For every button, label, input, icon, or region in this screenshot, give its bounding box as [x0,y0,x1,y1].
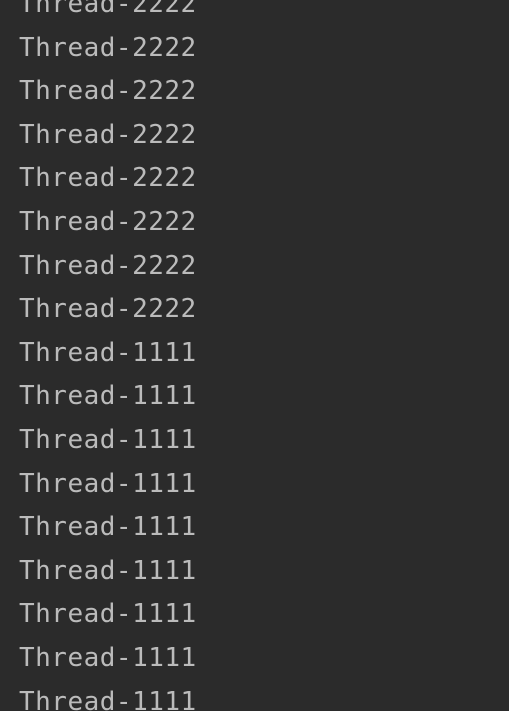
console-line: Thread-1111 [19,468,197,499]
console-line: Thread-1111 [19,512,197,543]
console-line: Thread-2222 [19,206,197,237]
console-line: Thread-2222 [19,0,197,19]
console-line: Thread-1111 [19,642,197,673]
console-output-list: Thread-2222 Thread-2222 Thread-2222 Thre… [19,0,197,711]
console-line: Thread-2222 [19,250,197,281]
console-line: Thread-1111 [19,599,197,630]
console-line: Thread-1111 [19,686,197,711]
console-line: Thread-2222 [19,76,197,107]
console-line: Thread-1111 [19,337,197,368]
console-line: Thread-1111 [19,424,197,455]
console-line: Thread-2222 [19,294,197,325]
console-line: Thread-2222 [19,163,197,194]
console-line: Thread-1111 [19,555,197,586]
console-line: Thread-2222 [19,32,197,63]
console-line: Thread-1111 [19,381,197,412]
console-output-panel[interactable]: Thread-2222 Thread-2222 Thread-2222 Thre… [0,0,509,711]
console-line: Thread-2222 [19,119,197,150]
